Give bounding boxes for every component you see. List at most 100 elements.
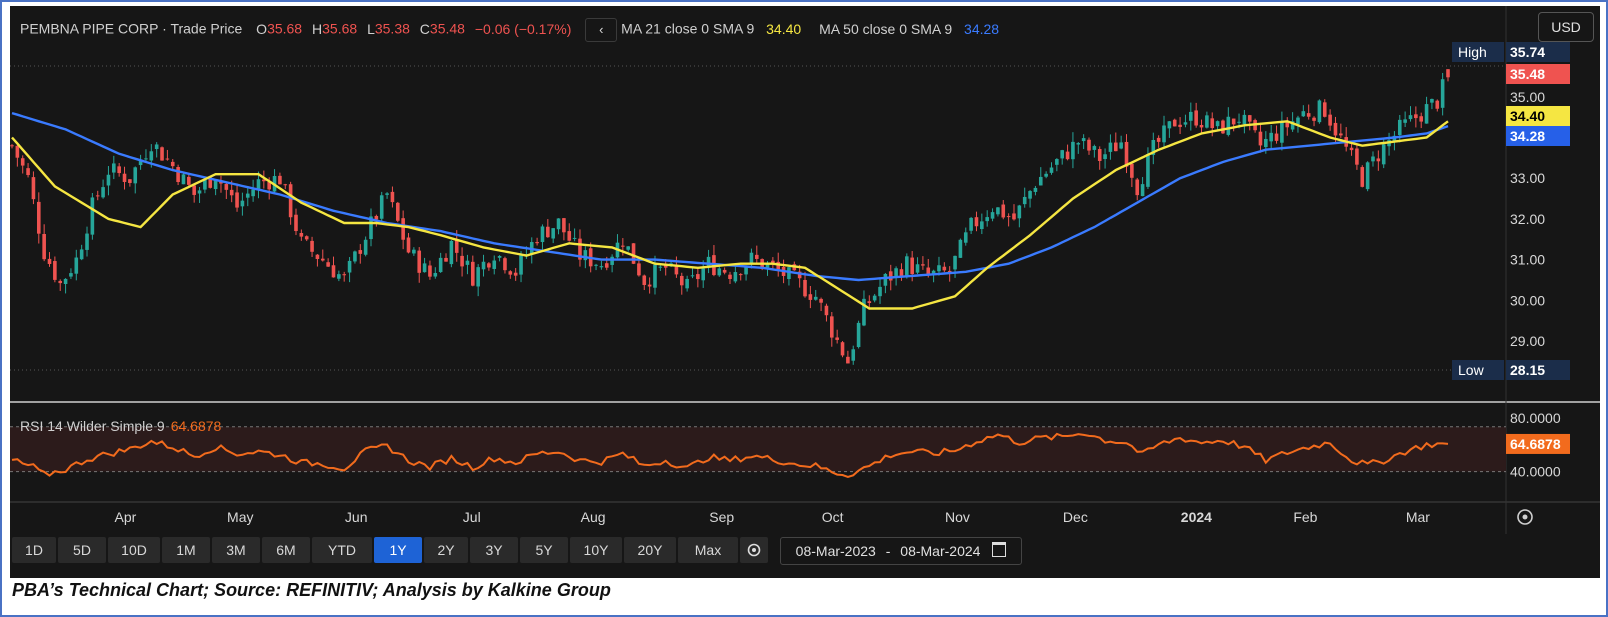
candle-body <box>203 179 207 190</box>
candle-body <box>1247 115 1252 122</box>
candle-body <box>1028 191 1032 199</box>
candle-body <box>1376 158 1381 162</box>
candle-body <box>572 237 577 239</box>
candle-body <box>342 274 347 276</box>
candle-body <box>1231 118 1236 125</box>
candle-body <box>1339 133 1343 136</box>
candle-body <box>1001 204 1006 218</box>
candle-body <box>888 271 893 281</box>
candle-body <box>915 264 920 273</box>
candle-body <box>176 167 180 183</box>
candle-body <box>315 254 320 260</box>
candle-body <box>513 272 518 276</box>
candle-body <box>122 173 127 182</box>
candle-body <box>1124 141 1129 167</box>
rsi-label: RSI 14 Wilder Simple 9 <box>20 418 165 434</box>
range-button-1y[interactable]: 1Y <box>374 537 422 563</box>
candle-body <box>460 255 464 267</box>
candle-body <box>213 180 218 190</box>
date-to: 08-Mar-2024 <box>900 543 981 559</box>
candle-body <box>337 274 341 279</box>
candle-body <box>1440 79 1445 108</box>
ma50-line <box>11 111 1449 282</box>
x-month-label: Jul <box>463 509 481 525</box>
candle-body <box>36 201 41 234</box>
candle-body <box>830 316 834 338</box>
candle-body <box>449 240 454 265</box>
candle-body <box>883 273 888 286</box>
ma21-label: MA 21 close 0 SMA 9 <box>621 20 755 37</box>
range-button-10y[interactable]: 10Y <box>570 537 622 563</box>
currency-selector[interactable]: USD <box>1538 12 1594 42</box>
candle-body <box>851 349 856 361</box>
candle-body <box>31 177 36 200</box>
candle-body <box>1071 141 1075 160</box>
last-price-tag: 35.48 <box>1510 66 1545 82</box>
candle-body <box>133 167 138 184</box>
range-button-6m[interactable]: 6M <box>262 537 310 563</box>
candle-body <box>642 275 647 285</box>
candle-body <box>476 267 480 287</box>
candle-body <box>1081 138 1086 142</box>
candle-body <box>1419 116 1424 122</box>
candle-body <box>701 268 706 281</box>
candle-body <box>1328 114 1332 126</box>
rsi-lower-tick: 40.0000 <box>1510 464 1561 480</box>
range-button-1d[interactable]: 1D <box>12 537 56 563</box>
candle-body <box>583 250 588 261</box>
candle-body <box>278 175 282 185</box>
candle-body <box>1065 151 1070 160</box>
candle-body <box>685 278 689 289</box>
range-button-max[interactable]: Max <box>678 537 738 563</box>
candle-body <box>406 237 411 253</box>
candle-body <box>540 226 545 243</box>
calendar-icon[interactable] <box>992 542 1007 557</box>
chart-settings-icon[interactable] <box>1517 509 1533 525</box>
range-button-20y[interactable]: 20Y <box>624 537 676 563</box>
candle-body <box>374 215 379 220</box>
candle-body <box>144 158 148 160</box>
collapse-legend-button[interactable]: ‹ <box>585 18 618 42</box>
candle-body <box>79 249 84 260</box>
candle-body <box>390 191 395 203</box>
range-button-3m[interactable]: 3M <box>212 537 260 563</box>
candle-body <box>58 280 63 284</box>
candle-body <box>363 239 368 255</box>
figure-caption: PBA’s Technical Chart; Source: REFINITIV… <box>12 580 611 600</box>
range-button-2y[interactable]: 2Y <box>424 537 468 563</box>
candle-body <box>1135 179 1140 196</box>
candle-body <box>835 337 839 340</box>
candle-body <box>1199 125 1204 128</box>
candle-body <box>1237 121 1241 123</box>
range-button-ytd[interactable]: YTD <box>312 537 372 563</box>
y-tick-label: 30.00 <box>1510 292 1545 308</box>
candle-body <box>1103 154 1107 160</box>
toolbar-settings-icon[interactable] <box>740 537 768 563</box>
date-range-picker[interactable]: 08-Mar-2023 - 08-Mar-2024 <box>780 537 1022 565</box>
candle-body <box>824 305 829 316</box>
candle-body <box>160 147 164 161</box>
candle-body <box>347 260 352 273</box>
candle-body <box>1194 110 1198 126</box>
candle-body <box>1371 156 1375 162</box>
candle-body <box>353 251 357 262</box>
candle-body <box>1424 104 1429 124</box>
x-month-label: Aug <box>581 509 606 525</box>
range-button-5d[interactable]: 5D <box>58 537 106 563</box>
range-button-1m[interactable]: 1M <box>162 537 210 563</box>
candle-body <box>1044 173 1048 177</box>
candle-body <box>996 207 1000 215</box>
candle-body <box>1306 113 1311 117</box>
price-chart-canvas[interactable]: 35.0034.0033.0032.0031.0030.0029.00AprMa… <box>10 6 1600 578</box>
candle-body <box>165 158 170 160</box>
candle-body <box>1430 98 1434 103</box>
range-button-5y[interactable]: 5Y <box>520 537 568 563</box>
range-button-3y[interactable]: 3Y <box>470 537 518 563</box>
candle-body <box>229 189 234 196</box>
candle-body <box>1022 196 1027 205</box>
candle-body <box>647 284 652 287</box>
range-button-10d[interactable]: 10D <box>108 537 160 563</box>
candle-body <box>326 262 330 267</box>
x-month-label: May <box>227 509 253 525</box>
candle-body <box>1414 114 1418 119</box>
